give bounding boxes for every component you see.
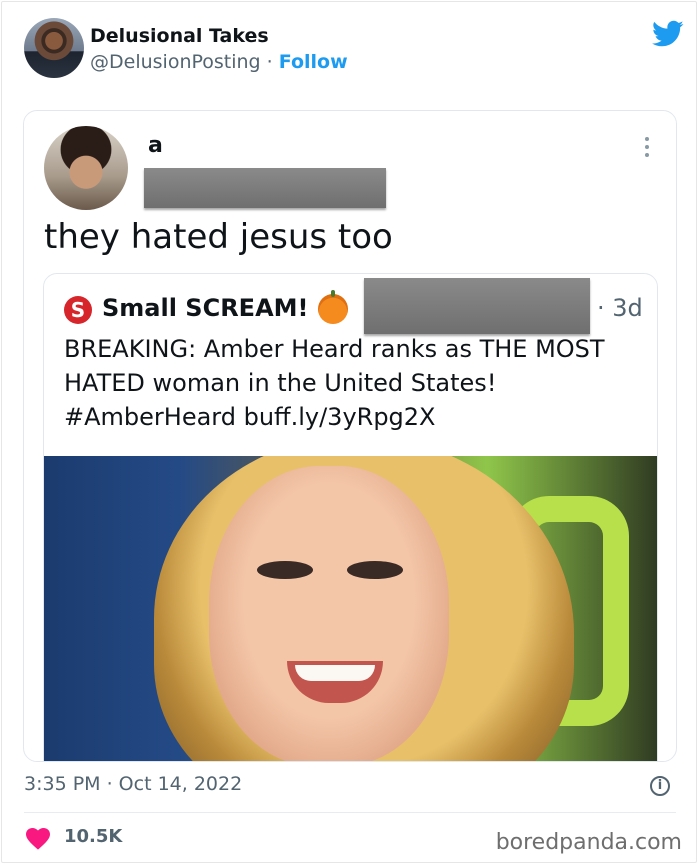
quoted-tweet: S Small SCREAM! · 3d BREAKING: Amber Hea… [43, 273, 658, 761]
photo-mouth [287, 661, 383, 703]
handle-separator: · [266, 51, 273, 73]
quoted-tweet-photo [44, 456, 657, 761]
redaction-bar-handle [364, 278, 590, 334]
embedded-author-name: a [148, 133, 163, 158]
follow-button[interactable]: Follow [279, 51, 348, 73]
info-icon[interactable]: i [650, 776, 670, 796]
photo-eye-left [257, 561, 313, 579]
author-avatar[interactable] [24, 18, 84, 78]
pumpkin-emoji-icon [318, 290, 348, 324]
watermark: boredpanda.com [495, 830, 682, 855]
tweet-header: Delusional Takes @DelusionPosting · Foll… [24, 18, 684, 80]
quoted-tweet-text: BREAKING: Amber Heard ranks as THE MOST … [64, 335, 605, 431]
small-scream-logo-icon: S [64, 296, 92, 324]
redaction-bar [144, 168, 386, 208]
footer-divider [24, 812, 676, 813]
like-count[interactable]: 10.5K [64, 826, 122, 847]
photo-eye-right [347, 561, 403, 579]
tweet-timestamp[interactable]: 3:35 PM · Oct 14, 2022 [24, 773, 242, 795]
quoted-tweet-age: · 3d [597, 294, 643, 322]
heart-icon[interactable] [26, 828, 50, 850]
author-handle-row: @DelusionPosting · Follow [90, 51, 348, 73]
quoted-author-name: Small SCREAM! [102, 294, 309, 322]
more-options-icon [644, 137, 650, 159]
twitter-bird-icon[interactable] [652, 20, 684, 48]
author-handle[interactable]: @DelusionPosting [90, 51, 261, 73]
photo-face [209, 466, 449, 761]
embedded-author-avatar [44, 126, 128, 210]
embedded-screenshot: a they hated jesus too S Small SCREAM! ·… [23, 110, 677, 762]
author-display-name[interactable]: Delusional Takes [90, 25, 269, 47]
embedded-tweet-text: they hated jesus too [44, 217, 393, 257]
quoted-tweet-header: S Small SCREAM! · 3d [64, 278, 644, 334]
